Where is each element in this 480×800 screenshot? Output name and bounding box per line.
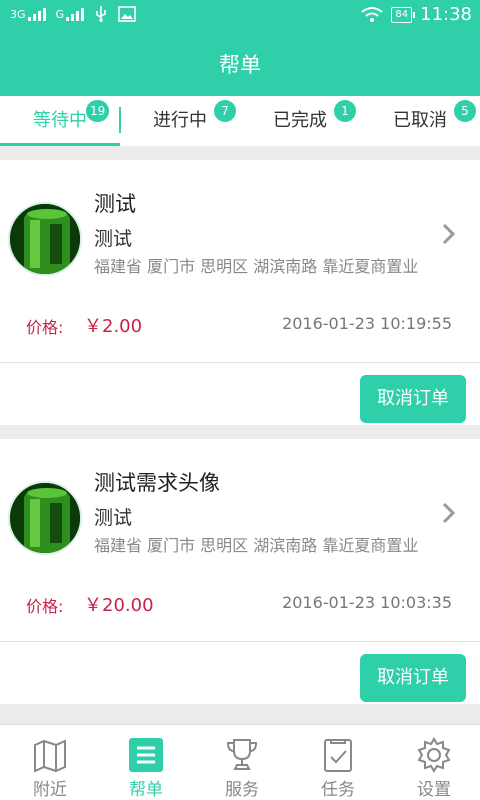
- image-icon: [118, 6, 136, 22]
- tab-bar: 等待中 19 进行中 7 已完成 1 已取消 5: [0, 96, 480, 146]
- order-subtitle: 测试: [94, 228, 133, 250]
- tab-badge: 5: [454, 100, 476, 122]
- tab-label: 已取消: [393, 110, 447, 131]
- avatar: [8, 202, 82, 276]
- status-left: 3G G: [10, 6, 136, 22]
- usb-icon: [96, 6, 106, 22]
- cancel-order-button[interactable]: 取消订单: [360, 375, 466, 423]
- order-title: 测试需求头像: [94, 471, 220, 495]
- signal-3g: 3G: [10, 7, 46, 21]
- tab-label: 已完成: [273, 110, 327, 131]
- avatar: [8, 481, 82, 555]
- tab-badge: 1: [334, 100, 356, 122]
- divider: [0, 362, 480, 363]
- tab-label: 等待中: [33, 110, 87, 131]
- nav-label: 帮单: [129, 780, 163, 800]
- wifi-icon: [361, 6, 384, 22]
- chevron-right-icon[interactable]: [440, 501, 458, 525]
- trophy-icon: [226, 739, 258, 770]
- nav-service[interactable]: 服务: [194, 725, 290, 800]
- clock: 11:38: [420, 4, 472, 25]
- network-type-label: 3G: [10, 7, 26, 21]
- order-address: 福建省 厦门市 思明区 湖滨南路 靠近夏商置业: [94, 536, 419, 555]
- nav-tasks[interactable]: 任务: [290, 725, 386, 800]
- status-bar: 3G G 84 11:38: [0, 0, 480, 34]
- price-value: ￥20.00: [84, 595, 154, 616]
- battery-icon: 84: [391, 6, 415, 23]
- nav-label: 任务: [321, 780, 355, 800]
- signal-g: G: [55, 7, 85, 21]
- order-address: 福建省 厦门市 思明区 湖滨南路 靠近夏商置业: [94, 257, 419, 276]
- order-time: 2016-01-23 10:19:55: [282, 314, 452, 333]
- list-icon: [129, 738, 163, 772]
- tab-divider: [119, 107, 121, 133]
- price-label: 价格:: [26, 318, 64, 337]
- order-card[interactable]: 测试需求头像 测试 福建省 厦门市 思明区 湖滨南路 靠近夏商置业 价格: ￥2…: [0, 439, 480, 704]
- tab-badge: 19: [86, 100, 110, 122]
- gear-icon: [417, 737, 451, 773]
- cancel-order-button[interactable]: 取消订单: [360, 654, 466, 702]
- jar-image: [10, 483, 80, 553]
- order-time: 2016-01-23 10:03:35: [282, 593, 452, 612]
- task-icon: [324, 739, 352, 772]
- nav-orders[interactable]: 帮单: [98, 725, 194, 800]
- app-root: 3G G 84 11:38 帮单 等待中 19 进行中 7 已完成 1 已取消 …: [0, 0, 480, 800]
- tab-waiting[interactable]: 等待中 19: [0, 96, 120, 146]
- order-card[interactable]: 测试 测试 福建省 厦门市 思明区 湖滨南路 靠近夏商置业 价格: ￥2.00 …: [0, 160, 480, 425]
- status-right: 84 11:38: [361, 4, 472, 25]
- bottom-nav: 附近 帮单 服务 任务 设置: [0, 724, 480, 800]
- divider: [0, 641, 480, 642]
- price-value: ￥2.00: [84, 316, 143, 337]
- price-label: 价格:: [26, 597, 64, 616]
- tab-cancelled[interactable]: 已取消 5: [360, 96, 480, 146]
- tab-badge: 7: [214, 100, 236, 122]
- nav-settings[interactable]: 设置: [386, 725, 480, 800]
- nav-label: 附近: [33, 780, 67, 800]
- nav-label: 设置: [417, 780, 451, 800]
- chevron-right-icon[interactable]: [440, 222, 458, 246]
- order-subtitle: 测试: [94, 507, 133, 529]
- map-icon: [34, 739, 66, 773]
- tab-in-progress[interactable]: 进行中 7: [120, 96, 240, 146]
- tab-indicator: [0, 143, 120, 146]
- nav-label: 服务: [225, 780, 259, 800]
- order-title: 测试: [94, 192, 136, 216]
- tab-completed[interactable]: 已完成 1: [240, 96, 360, 146]
- signal-bars-icon: [27, 7, 46, 21]
- signal-bars-icon-2: [66, 7, 85, 21]
- jar-image: [10, 204, 80, 274]
- nav-nearby[interactable]: 附近: [2, 725, 98, 800]
- network-type-label-2: G: [55, 7, 65, 21]
- tab-label: 进行中: [153, 110, 207, 131]
- page-title: 帮单: [0, 34, 480, 96]
